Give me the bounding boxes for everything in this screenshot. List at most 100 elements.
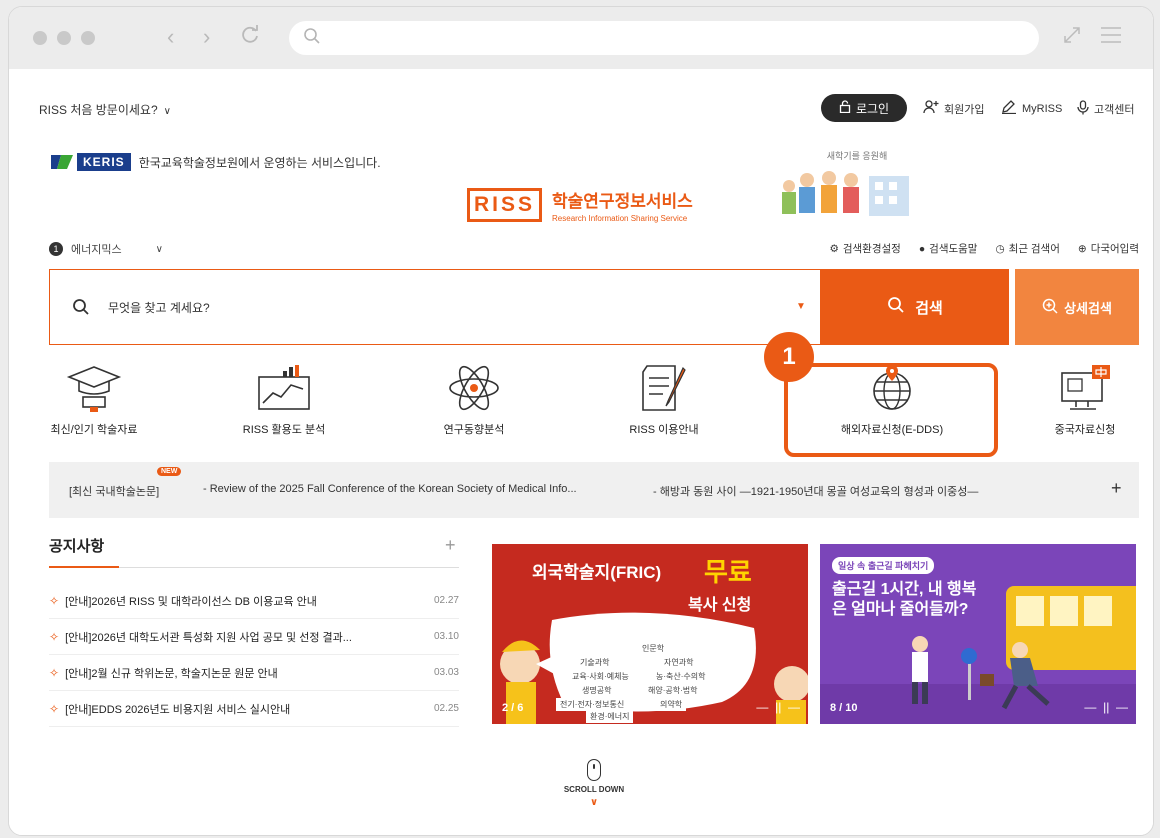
atom-icon	[389, 361, 559, 415]
search-input[interactable]	[108, 294, 748, 322]
info-icon: ●	[918, 243, 926, 255]
riss-subtitle: Research Information Sharing Service	[552, 214, 688, 223]
first-visit-dropdown[interactable]: RISS 처음 방문이세요? ∨	[39, 101, 171, 118]
next-arrow-icon[interactable]: —	[788, 700, 800, 714]
subject-tag: 인문학	[638, 642, 669, 655]
promo-banner-small[interactable]: 새학기를 응원해	[772, 149, 942, 219]
clock-icon: ◷	[995, 243, 1005, 255]
pin-icon: ✧	[49, 665, 60, 680]
subject-tag: 자연과학	[660, 656, 698, 669]
pause-icon[interactable]: ||	[775, 700, 781, 714]
ticker-item[interactable]: - Review of the 2025 Fall Conference of …	[203, 483, 577, 495]
window-maximize-dot[interactable]	[81, 31, 95, 45]
login-button[interactable]: 로그인	[821, 94, 907, 122]
banner-headline: 출근길 1시간, 내 행복은 얼마나 줄어들까?	[832, 581, 977, 618]
notice-item-date: 03.03	[433, 667, 459, 678]
page-content: RISS 처음 방문이세요? ∨ 로그인 회원가입 MyRISS 고객센터 KE…	[9, 69, 1153, 835]
notice-more-icon[interactable]: +	[445, 535, 456, 556]
document-pen-icon	[579, 361, 749, 415]
keris-logo[interactable]: KERIS	[51, 153, 131, 171]
notice-item[interactable]: ✧ [안내]2월 신규 학위논문, 학술지논문 원문 안내 03.03	[49, 655, 459, 691]
search-icon	[72, 298, 90, 321]
quick-menu-chinese-request[interactable]: 중국자료신청	[1015, 361, 1153, 441]
quick-menu-label: RISS 이용안내	[629, 424, 699, 436]
window-minimize-dot[interactable]	[57, 31, 71, 45]
menu-icon[interactable]	[1099, 24, 1123, 51]
notice-item-title: [안내]2월 신규 학위논문, 학술지논문 원문 안내	[65, 667, 278, 680]
advanced-search-button[interactable]: 상세검색	[1015, 269, 1139, 345]
signup-link[interactable]: 회원가입	[923, 100, 984, 117]
quick-menu-label: RISS 활용도 분석	[242, 424, 326, 436]
prev-arrow-icon[interactable]: —	[1084, 700, 1096, 714]
first-visit-label: RISS 처음 방문이세요?	[39, 103, 158, 117]
scroll-down-indicator[interactable]: SCROLL DOWN ∨	[554, 759, 634, 808]
notice-item-title: [안내]2026년 대학도서관 특성화 지원 사업 공모 및 선정 결과...	[65, 631, 352, 644]
highlight-box	[784, 363, 998, 457]
quick-menu-riss-guide[interactable]: RISS 이용안내	[579, 361, 749, 441]
next-arrow-icon[interactable]: —	[1116, 700, 1128, 714]
search-help-link[interactable]: ● 검색도움말	[919, 241, 978, 256]
search-settings-link[interactable]: ⚙ 검색환경설정	[829, 241, 900, 256]
ticker-item[interactable]: - 해방과 동원 사이 ―1921-1950년대 몽골 여성교육의 형성과 이중…	[653, 483, 978, 499]
notice-item-title: [안내]EDDS 2026년도 비용지원 서비스 실시안내	[65, 703, 291, 716]
search-icon	[887, 296, 905, 318]
window-close-dot[interactable]	[33, 31, 47, 45]
collection-selected: 에너지믹스	[71, 244, 122, 256]
plus-icon[interactable]: +	[1111, 478, 1122, 499]
signup-label: 회원가입	[944, 103, 985, 116]
quick-menu-latest-popular[interactable]: 최신/인기 학술자료	[9, 361, 179, 441]
latest-papers-ticker: [최신 국내학술논문] NEW - Review of the 2025 Fal…	[49, 462, 1139, 518]
chevron-down-icon: ∨	[163, 106, 171, 117]
expand-icon[interactable]	[1061, 24, 1083, 51]
subject-tag: 의약학	[656, 698, 687, 711]
notice-item[interactable]: ✧ [안내]EDDS 2026년도 비용지원 서비스 실시안내 02.25	[49, 691, 459, 727]
globe-icon: ⊕	[1077, 243, 1087, 255]
pin-icon: ✧	[49, 629, 60, 644]
prev-arrow-icon[interactable]: —	[756, 700, 768, 714]
riss-logo[interactable]: RISS 학술연구정보서비스 Research Information Shar…	[467, 187, 693, 223]
analytics-chart-icon	[199, 361, 369, 415]
notice-item[interactable]: ✧ [안내]2026년 대학도서관 특성화 지원 사업 공모 및 선정 결과..…	[49, 619, 459, 655]
subject-tag: 생명공학	[578, 684, 616, 697]
keris-text: 한국교육학술정보원에서 운영하는 서비스입니다.	[138, 155, 381, 170]
commute-banner[interactable]: 일상 속 출근길 파헤치기 출근길 1시간, 내 행복은 얼마나 줄어들까? 8…	[820, 544, 1136, 724]
reload-icon[interactable]	[239, 24, 261, 52]
browser-window: ‹ › RISS 처음 방문이세요? ∨ 로그인 회원가입 MyRISS 고객센…	[8, 6, 1154, 836]
notice-item-date: 03.10	[433, 631, 459, 642]
notice-item-date: 02.25	[433, 703, 459, 714]
multilang-input-link[interactable]: ⊕ 다국어입력	[1078, 241, 1139, 256]
banner-counter: 8 / 10	[830, 702, 858, 714]
students-illustration	[782, 171, 909, 216]
pause-icon[interactable]: ||	[1103, 700, 1109, 714]
search-help-label: 검색도움말	[929, 243, 978, 255]
search-scope-dropdown-icon[interactable]: ▼	[796, 301, 806, 312]
support-link[interactable]: 고객센터	[1077, 100, 1134, 118]
selector-number-badge: 1	[49, 242, 63, 256]
subject-tag: 환경·에너지	[586, 710, 634, 723]
myriss-link[interactable]: MyRISS	[1001, 100, 1062, 117]
fric-banner[interactable]: 외국학술지(FRIC) 무료 복사 신청 인문학 기술과학 자연과학 교육·사회…	[492, 544, 808, 724]
address-bar[interactable]	[289, 21, 1039, 55]
recent-search-link[interactable]: ◷ 최근 검색어	[995, 241, 1059, 256]
forward-icon[interactable]: ›	[203, 24, 210, 50]
login-label: 로그인	[855, 101, 890, 116]
quick-menu-label: 최신/인기 학술자료	[50, 424, 138, 436]
chevron-down-icon: ∨	[155, 243, 163, 255]
recent-search-label: 최근 검색어	[1008, 243, 1060, 255]
zoom-plus-icon	[1042, 298, 1058, 317]
quick-menu-research-trends[interactable]: 연구동향분석	[389, 361, 559, 441]
quick-menu-usage-analysis[interactable]: RISS 활용도 분석	[199, 361, 369, 441]
add-user-icon	[923, 100, 939, 117]
microphone-icon	[1077, 100, 1089, 118]
support-label: 고객센터	[1094, 104, 1135, 116]
step-number-badge: 1	[764, 332, 814, 382]
chevron-down-icon: ∨	[589, 797, 599, 808]
back-icon[interactable]: ‹	[167, 24, 174, 50]
pin-icon: ✧	[49, 701, 60, 716]
collection-selector[interactable]: 1 에너지믹스 ∨	[49, 241, 163, 257]
new-badge: NEW	[157, 467, 182, 476]
notice-item[interactable]: ✧ [안내]2026년 RISS 및 대학라이선스 DB 이용교육 안내 02.…	[49, 583, 459, 619]
search-button[interactable]: 검색	[821, 269, 1009, 345]
ticker-label: [최신 국내학술논문]	[69, 486, 160, 498]
banner-chip: 일상 속 출근길 파헤치기	[832, 557, 935, 574]
